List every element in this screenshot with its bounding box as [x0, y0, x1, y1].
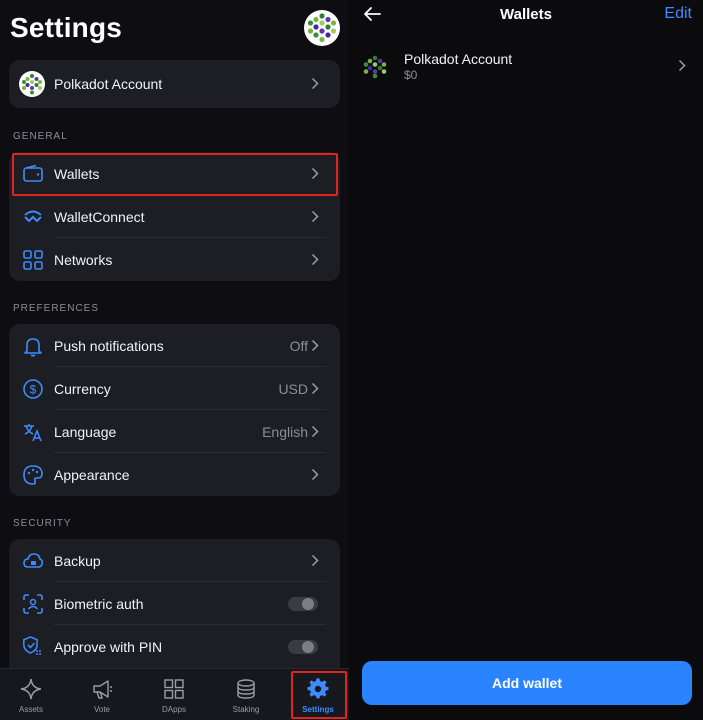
section-header-preferences: PREFERENCES	[13, 303, 100, 314]
tab-staking[interactable]: Staking	[216, 669, 276, 720]
settings-item-label: Biometric auth	[54, 595, 144, 612]
chevron-right-icon	[311, 468, 319, 481]
settings-item-label: Approve with PIN	[54, 638, 163, 655]
settings-item-walletconnect[interactable]: WalletConnect	[9, 195, 340, 238]
translate-icon	[24, 424, 42, 442]
settings-item-backup[interactable]: Backup	[9, 539, 340, 582]
add-wallet-button[interactable]: Add wallet	[362, 661, 692, 705]
networks-icon	[23, 250, 43, 270]
dollar-icon: $	[23, 379, 43, 399]
walletconnect-icon	[24, 210, 42, 223]
toggle-knob	[302, 641, 314, 653]
chevron-right-icon	[311, 77, 319, 90]
tab-label: Vote	[93, 705, 110, 714]
grid-icon	[164, 679, 184, 699]
svg-text:$: $	[30, 383, 37, 397]
biometric-toggle[interactable]	[288, 597, 318, 611]
page-title: Settings	[10, 12, 123, 43]
settings-item-label: WalletConnect	[54, 208, 145, 225]
settings-item-label: Backup	[54, 552, 101, 569]
toggle-knob	[302, 598, 314, 610]
tab-label: Assets	[18, 705, 43, 714]
sparkle-icon	[20, 678, 42, 700]
settings-item-value: USD	[278, 380, 308, 397]
wallet-balance: $0	[404, 68, 418, 82]
settings-item-appearance[interactable]: Appearance	[9, 453, 340, 496]
chevron-right-icon	[311, 210, 319, 223]
polkadot-avatar-icon	[19, 71, 45, 97]
tab-dapps[interactable]: DApps	[144, 669, 204, 720]
wallets-title: Wallets	[500, 6, 552, 23]
settings-item-biometric-auth[interactable]: Biometric auth	[9, 582, 340, 625]
wallets-screen: Wallets Edit Polkadot Account $0 Add wal…	[349, 0, 703, 720]
settings-item-networks[interactable]: Networks	[9, 238, 340, 281]
tab-assets[interactable]: Assets	[1, 669, 61, 720]
bell-icon	[24, 338, 42, 357]
pin-shield-icon	[23, 636, 41, 655]
wallets-highlight-box	[12, 153, 338, 196]
settings-tab-highlight-box	[291, 671, 347, 719]
settings-item-value: English	[262, 423, 308, 440]
avatar[interactable]	[304, 10, 340, 46]
settings-item-currency[interactable]: $ Currency USD	[9, 367, 340, 410]
wallet-list-item[interactable]: Polkadot Account $0	[349, 44, 703, 92]
security-card: Backup Biometric auth Approve with PIN	[9, 539, 340, 689]
account-label: Polkadot Account	[54, 75, 163, 92]
chevron-right-icon	[311, 253, 319, 266]
chevron-right-icon	[311, 382, 319, 395]
settings-item-label: Networks	[54, 251, 113, 268]
settings-item-push-notifications[interactable]: Push notifications Off	[9, 324, 340, 367]
account-card[interactable]: Polkadot Account	[9, 60, 340, 108]
settings-item-language[interactable]: Language English	[9, 410, 340, 453]
preferences-card: Push notifications Off $ Currency USD La…	[9, 324, 340, 496]
chevron-right-icon	[311, 425, 319, 438]
palette-icon	[23, 465, 43, 485]
settings-item-label: Push notifications	[54, 337, 164, 354]
section-header-security: SECURITY	[13, 518, 72, 529]
face-id-icon	[23, 594, 43, 614]
settings-item-label: Currency	[54, 380, 111, 397]
tab-vote[interactable]: Vote	[72, 669, 132, 720]
database-icon	[237, 679, 255, 699]
settings-item-label: Appearance	[54, 466, 130, 483]
chevron-right-icon	[678, 59, 686, 72]
chevron-right-icon	[311, 554, 319, 567]
settings-item-label: Language	[54, 423, 117, 440]
settings-item-value: Off	[289, 337, 308, 354]
edit-button[interactable]: Edit	[664, 5, 692, 23]
settings-screen: Settings Polkadot Account GENERAL Wallet…	[0, 0, 349, 720]
settings-item-approve-with-pin[interactable]: Approve with PIN	[9, 625, 340, 668]
polkadot-wallet-icon	[363, 55, 387, 79]
cloud-lock-icon	[23, 553, 44, 568]
megaphone-icon	[93, 680, 112, 699]
pin-toggle[interactable]	[288, 640, 318, 654]
account-row[interactable]: Polkadot Account	[9, 62, 340, 105]
tab-label: DApps	[161, 705, 186, 714]
chevron-right-icon	[311, 339, 319, 352]
section-header-general: GENERAL	[13, 131, 68, 142]
tab-label: Staking	[232, 705, 260, 714]
wallet-name: Polkadot Account	[404, 51, 513, 67]
